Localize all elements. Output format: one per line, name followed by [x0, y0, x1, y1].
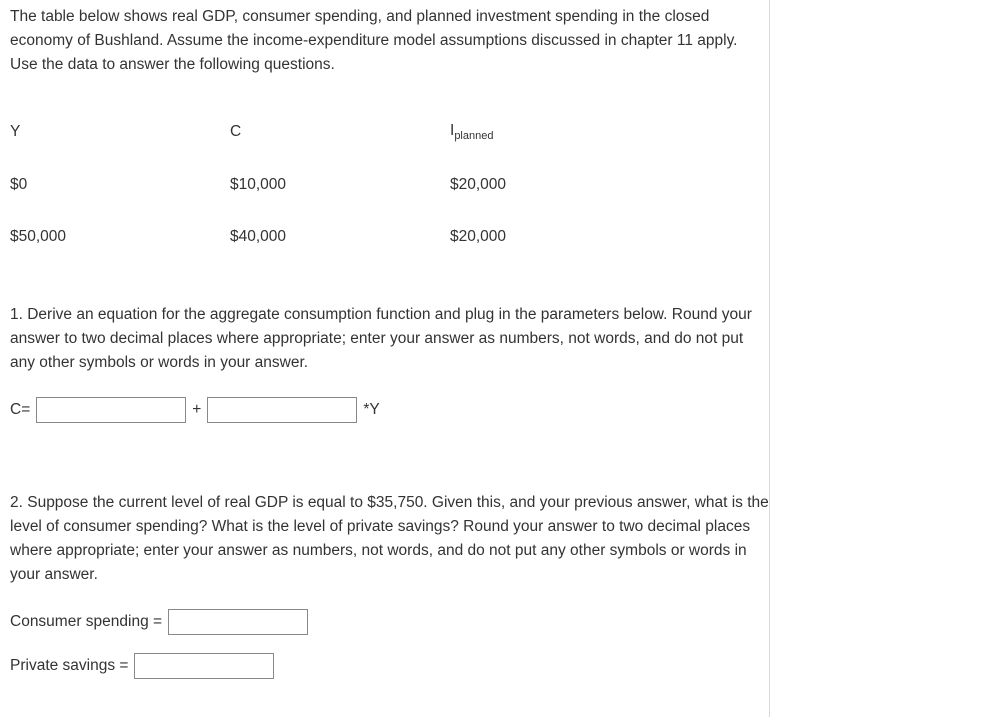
cell-i: $20,000 — [450, 211, 670, 263]
private-savings-row: Private savings = — [10, 653, 769, 679]
question-2-text: 2. Suppose the current level of real GDP… — [10, 491, 769, 587]
question-body: The table below shows real GDP, consumer… — [0, 0, 770, 717]
private-savings-label: Private savings = — [10, 654, 128, 678]
table-row: $0 $10,000 $20,000 — [10, 159, 670, 211]
equation-row-c: C= + *Y — [10, 397, 769, 423]
slope-input[interactable] — [207, 397, 357, 423]
intro-text: The table below shows real GDP, consumer… — [10, 5, 769, 77]
cell-y: $50,000 — [10, 211, 230, 263]
data-table: Y C Iplanned $0 $10,000 $20,000 $50,000 … — [10, 105, 670, 263]
consumer-spending-label: Consumer spending = — [10, 610, 162, 634]
table-header-row: Y C Iplanned — [10, 105, 670, 159]
question-1-text: 1. Derive an equation for the aggregate … — [10, 303, 769, 375]
c-equals-label: C= — [10, 398, 30, 422]
i-subscript: planned — [454, 130, 493, 142]
col-header-y: Y — [10, 105, 230, 159]
times-y-label: *Y — [363, 398, 379, 422]
private-savings-input[interactable] — [134, 653, 274, 679]
cell-y: $0 — [10, 159, 230, 211]
plus-label: + — [192, 398, 201, 422]
intercept-input[interactable] — [36, 397, 186, 423]
table-row: $50,000 $40,000 $20,000 — [10, 211, 670, 263]
cell-c: $10,000 — [230, 159, 450, 211]
col-header-c: C — [230, 105, 450, 159]
consumer-spending-input[interactable] — [168, 609, 308, 635]
cell-c: $40,000 — [230, 211, 450, 263]
col-header-i: Iplanned — [450, 105, 670, 159]
consumer-spending-row: Consumer spending = — [10, 609, 769, 635]
cell-i: $20,000 — [450, 159, 670, 211]
